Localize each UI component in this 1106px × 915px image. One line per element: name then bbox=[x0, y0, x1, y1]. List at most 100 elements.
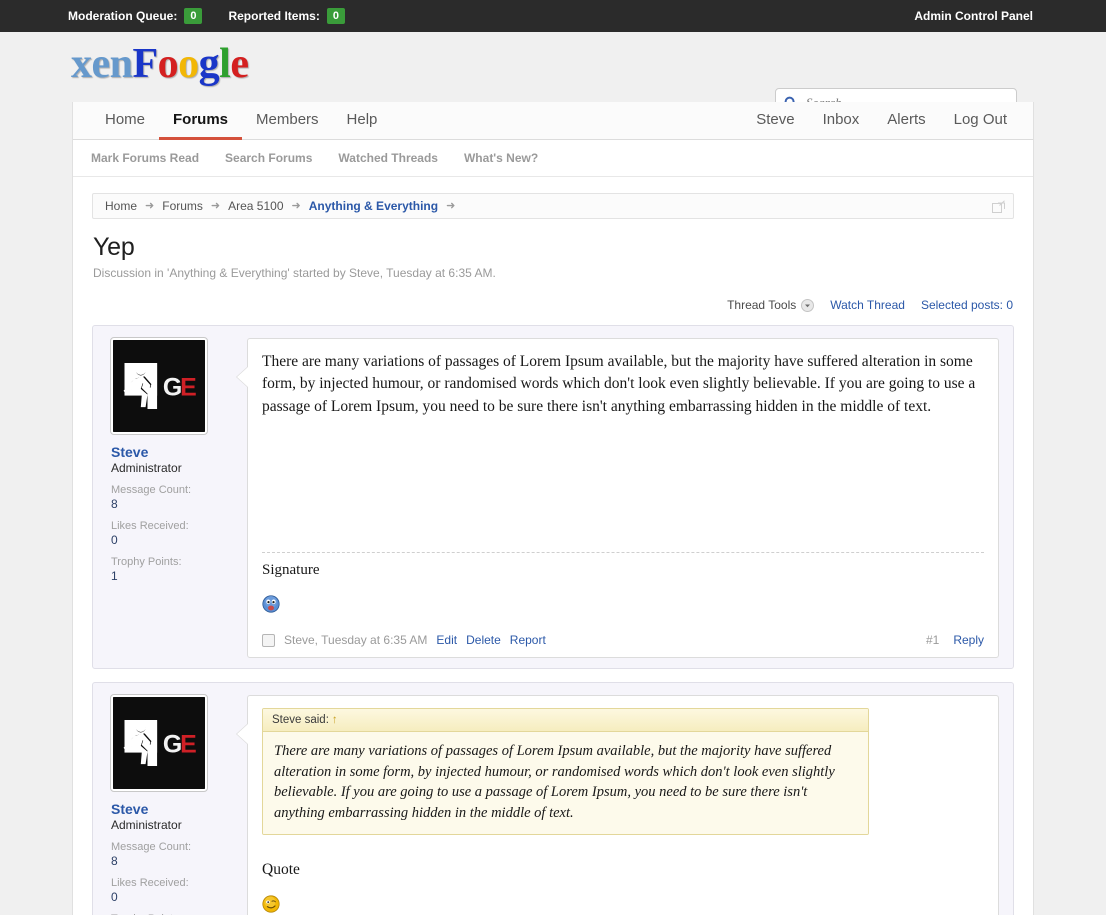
stat-value-message-count: 8 bbox=[111, 854, 247, 868]
smirk-face-emoji-icon bbox=[262, 895, 280, 913]
reported-items-stat[interactable]: Reported Items: 0 bbox=[228, 8, 344, 24]
admin-bar-stats: Moderation Queue: 0 Reported Items: 0 bbox=[68, 8, 345, 24]
breadcrumb-item-area-5100[interactable]: Area 5100 bbox=[228, 199, 283, 213]
stat-label-likes-received: Likes Received: bbox=[111, 520, 247, 533]
shocked-face-emoji-icon bbox=[262, 595, 280, 613]
page-title: Yep bbox=[93, 233, 1014, 262]
admin-control-panel-link[interactable]: Admin Control Panel bbox=[914, 9, 1033, 23]
logo-part-3: o bbox=[158, 41, 179, 87]
signature-label: Signature bbox=[262, 562, 984, 579]
post-author-block: G E Steve Administrator Message Count: 8… bbox=[107, 338, 247, 658]
nav-alerts[interactable]: Alerts bbox=[873, 102, 939, 140]
logo-part-2: F bbox=[133, 41, 158, 87]
selected-posts-count[interactable]: Selected posts: 0 bbox=[921, 298, 1013, 312]
thread-tools-label: Thread Tools bbox=[727, 298, 796, 312]
primary-nav: Home Forums Members Help bbox=[73, 102, 391, 139]
account-nav: Steve Inbox Alerts Log Out bbox=[742, 102, 1033, 139]
post-message: There are many variations of passages of… bbox=[247, 338, 999, 658]
stat-value-likes-received: 0 bbox=[111, 890, 247, 904]
post-author-name[interactable]: Steve bbox=[111, 444, 247, 460]
breadcrumb-item-anything-everything[interactable]: Anything & Everything bbox=[309, 199, 438, 213]
reported-items-badge: 0 bbox=[327, 8, 345, 24]
quote-header: Steve said:↑ bbox=[263, 709, 868, 732]
breadcrumb-separator-icon: ➜ bbox=[211, 201, 220, 212]
logo-part-4: o bbox=[178, 41, 199, 87]
main-navigation: Home Forums Members Help Steve Inbox Ale… bbox=[73, 102, 1033, 140]
post-number[interactable]: #1 bbox=[926, 633, 939, 647]
subnav-mark-forums-read[interactable]: Mark Forums Read bbox=[91, 151, 199, 165]
site-logo[interactable]: xenFoogle bbox=[71, 40, 248, 88]
thread-tools-button[interactable]: Thread Tools bbox=[727, 298, 814, 312]
post: G E Steve Administrator Message Count: 8… bbox=[92, 682, 1014, 915]
post-author-title: Administrator bbox=[111, 461, 247, 475]
breadcrumb-separator-icon: ➜ bbox=[292, 201, 301, 212]
breadcrumb-item-home[interactable]: Home bbox=[105, 199, 137, 213]
logo-part-6: l bbox=[219, 41, 230, 87]
nav-account-username[interactable]: Steve bbox=[742, 102, 808, 140]
moderation-queue-label: Moderation Queue: bbox=[68, 9, 177, 23]
post-report-link[interactable]: Report bbox=[510, 633, 546, 647]
post-footer: Steve, Tuesday at 6:35 AM Edit Delete Re… bbox=[262, 621, 984, 657]
post-footer-right: #1 Reply bbox=[926, 633, 984, 647]
content-area: Home ➜ Forums ➜ Area 5100 ➜ Anything & E… bbox=[73, 177, 1033, 915]
site-header: xenFoogle bbox=[0, 32, 1106, 102]
avatar[interactable]: G E bbox=[111, 338, 207, 434]
stat-value-trophy-points: 1 bbox=[111, 569, 247, 583]
thread-subtitle: Discussion in 'Anything & Everything' st… bbox=[93, 266, 1014, 280]
nav-tab-members[interactable]: Members bbox=[242, 102, 333, 140]
breadcrumb: Home ➜ Forums ➜ Area 5100 ➜ Anything & E… bbox=[92, 193, 1014, 219]
post-author-block: G E Steve Administrator Message Count: 8… bbox=[107, 695, 247, 915]
logo-part-1: xen bbox=[71, 41, 133, 87]
subnav-search-forums[interactable]: Search Forums bbox=[225, 151, 312, 165]
admin-bar: Moderation Queue: 0 Reported Items: 0 Ad… bbox=[0, 0, 1106, 32]
quote-author-label: Steve said: bbox=[272, 714, 329, 726]
post-author-title: Administrator bbox=[111, 818, 247, 832]
jump-to-post-arrow-icon[interactable]: ↑ bbox=[332, 714, 338, 726]
post-body-spacer bbox=[262, 418, 984, 552]
subnav-whats-new[interactable]: What's New? bbox=[464, 151, 538, 165]
post-message: Steve said:↑ There are many variations o… bbox=[247, 695, 999, 915]
reported-items-label: Reported Items: bbox=[228, 9, 319, 23]
secondary-navigation: Mark Forums Read Search Forums Watched T… bbox=[73, 140, 1033, 177]
post-date: Steve, Tuesday at 6:35 AM bbox=[284, 633, 427, 647]
nav-tab-forums[interactable]: Forums bbox=[159, 102, 242, 140]
signature-divider bbox=[262, 552, 984, 553]
chevron-down-icon bbox=[801, 299, 814, 312]
logo-part-7: e bbox=[230, 41, 248, 87]
stat-value-likes-received: 0 bbox=[111, 533, 247, 547]
avatar-letter-e: E bbox=[180, 731, 197, 759]
post-body-text: There are many variations of passages of… bbox=[262, 351, 984, 418]
nav-tab-home[interactable]: Home bbox=[91, 102, 159, 140]
stat-label-message-count: Message Count: bbox=[111, 484, 247, 497]
thread-tools-bar: Thread Tools Watch Thread Selected posts… bbox=[92, 298, 1014, 312]
nav-inbox[interactable]: Inbox bbox=[809, 102, 874, 140]
breadcrumb-separator-icon: ➜ bbox=[145, 201, 154, 212]
nav-tab-help[interactable]: Help bbox=[333, 102, 392, 140]
post-reply-link[interactable]: Reply bbox=[953, 633, 984, 647]
stat-label-trophy-points: Trophy Points: bbox=[111, 556, 247, 569]
subnav-watched-threads[interactable]: Watched Threads bbox=[338, 151, 438, 165]
nav-log-out[interactable]: Log Out bbox=[940, 102, 1021, 140]
avatar[interactable]: G E bbox=[111, 695, 207, 791]
watch-thread-link[interactable]: Watch Thread bbox=[830, 298, 905, 312]
post-body-text: Quote bbox=[262, 861, 984, 879]
stat-label-likes-received: Likes Received: bbox=[111, 877, 247, 890]
breadcrumb-separator-icon: ➜ bbox=[446, 201, 455, 212]
post-select-checkbox[interactable] bbox=[262, 634, 275, 647]
moderation-queue-stat[interactable]: Moderation Queue: 0 bbox=[68, 8, 202, 24]
post: G E Steve Administrator Message Count: 8… bbox=[92, 325, 1014, 669]
moderation-queue-badge: 0 bbox=[184, 8, 202, 24]
avatar-letter-e: E bbox=[180, 374, 197, 402]
post-edit-link[interactable]: Edit bbox=[436, 633, 457, 647]
quote-body-text: There are many variations of passages of… bbox=[263, 732, 868, 834]
logo-part-5: g bbox=[199, 41, 220, 87]
open-in-new-window-icon[interactable] bbox=[992, 200, 1005, 213]
speech-bubble-arrow-icon bbox=[237, 724, 248, 744]
post-author-name[interactable]: Steve bbox=[111, 801, 247, 817]
breadcrumb-item-forums[interactable]: Forums bbox=[162, 199, 203, 213]
stat-value-message-count: 8 bbox=[111, 497, 247, 511]
post-delete-link[interactable]: Delete bbox=[466, 633, 501, 647]
page-container: Home Forums Members Help Steve Inbox Ale… bbox=[72, 102, 1034, 915]
speech-bubble-arrow-icon bbox=[237, 367, 248, 387]
quote-block: Steve said:↑ There are many variations o… bbox=[262, 708, 869, 835]
